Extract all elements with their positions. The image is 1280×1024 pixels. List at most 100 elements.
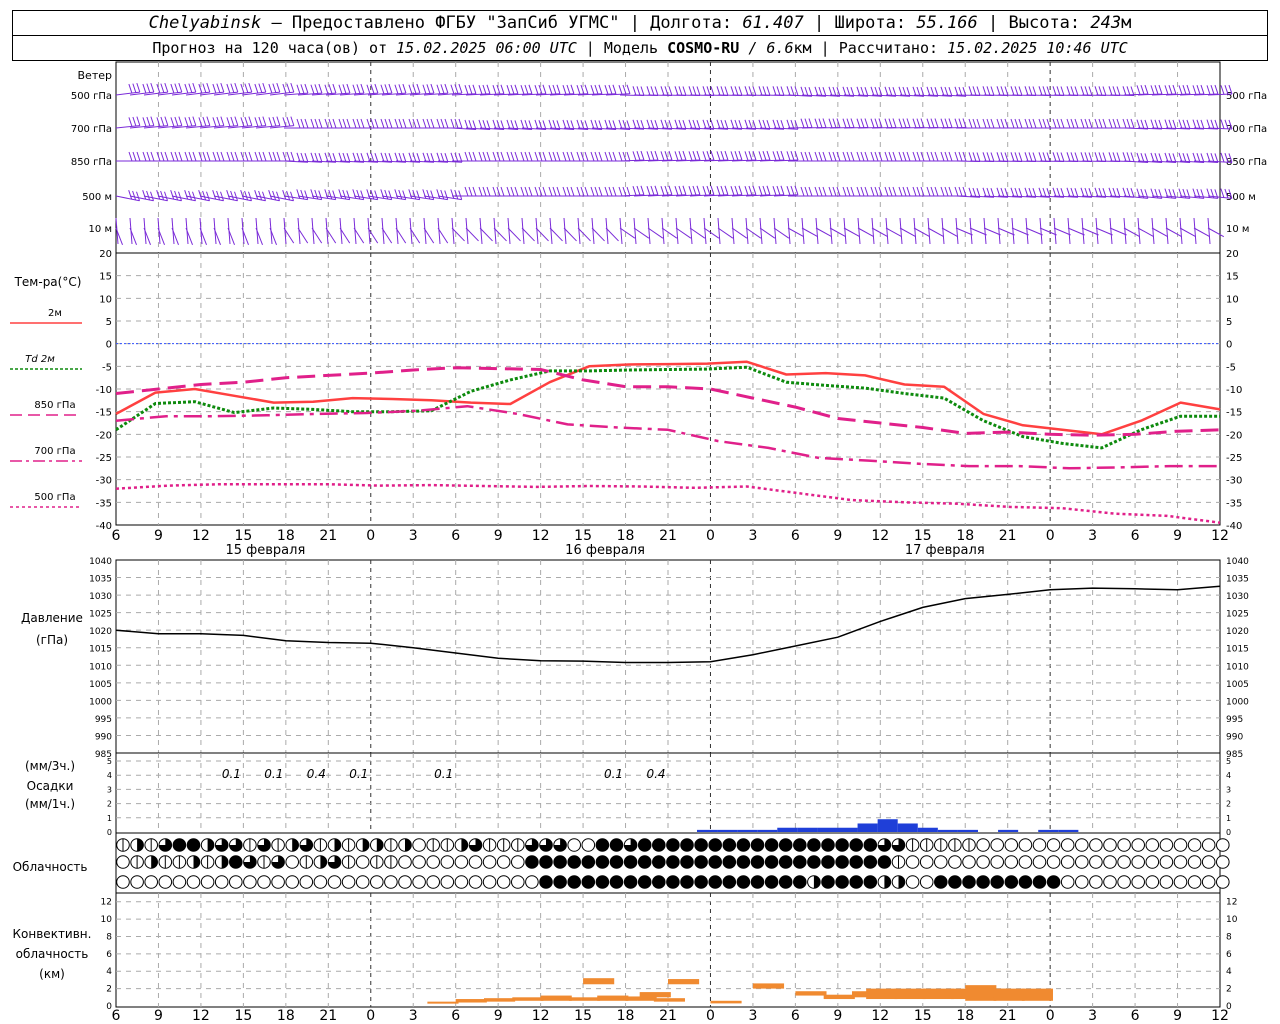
wind-barb-feather: [324, 118, 329, 129]
wind-barb-feather: [388, 190, 393, 200]
wind-barb-feather: [674, 186, 679, 196]
wind-barb-feather: [955, 217, 959, 245]
wind-barb-feather: [1112, 118, 1117, 129]
wind-level-label-left: 850 гПа: [71, 157, 112, 168]
wind-barb-feather: [954, 118, 959, 128]
wind-barb-feather: [150, 82, 155, 93]
wind-barb-feather: [1042, 187, 1047, 198]
cloud-symbol: [355, 855, 370, 869]
wind-barb-feather: [380, 84, 385, 94]
conv-tick-right: 6: [1226, 950, 1232, 960]
wind-barb-feather: [661, 217, 665, 245]
wind-barb-feather: [864, 118, 869, 128]
wind-barb-feather: [780, 185, 785, 195]
wind-barb-feather: [398, 118, 403, 129]
conv-cloud-bar: [1021, 988, 1053, 1001]
wind-barb-feather: [500, 84, 505, 94]
wind-barb-feather: [934, 118, 939, 128]
wind-barb-feather: [426, 189, 431, 200]
wind-barb-feather: [818, 86, 823, 97]
wind-barb-feather: [969, 217, 973, 245]
wind-barb-feather: [164, 82, 169, 93]
cloud-fill-full: [948, 875, 962, 889]
wind-barb-shaft: [1081, 227, 1099, 236]
wind-barb-shaft: [1067, 227, 1085, 236]
wind-barb-feather: [1052, 187, 1057, 197]
wind-barb-feather: [1004, 86, 1009, 96]
wind-barb-feather: [940, 186, 945, 197]
wind-barb-feather: [566, 84, 571, 95]
wind-barb-feather: [128, 190, 133, 200]
wind-barb-feather: [1046, 152, 1051, 162]
wind-barb-feather: [276, 151, 281, 162]
wind-barb-feather: [272, 190, 277, 201]
conv-cloud-bar: [795, 991, 827, 996]
wind-barb-feather: [1200, 84, 1205, 95]
wind-barb-feather: [934, 87, 939, 97]
cloud-symbol: [229, 875, 243, 889]
conv-cloud-bar: [568, 997, 601, 1001]
wind-barb-feather: [800, 118, 805, 128]
wind-barb-feather: [906, 118, 911, 128]
wind-barb-feather: [244, 151, 249, 162]
wind-barb-feather: [436, 189, 441, 199]
wind-barb-feather: [468, 84, 473, 95]
pressure-tick-right: 1015: [1226, 645, 1249, 655]
wind-barb-feather: [892, 151, 897, 162]
wind-barb-shaft: [815, 227, 833, 238]
cloud-symbol: [496, 855, 511, 869]
time-tick-label: 3: [1088, 1008, 1097, 1024]
wind-barb-feather: [552, 84, 557, 95]
wind-barb-feather: [972, 187, 977, 198]
wind-barb-shaft: [857, 227, 875, 238]
wind-barb-feather: [1154, 85, 1159, 95]
cloud-symbol: [1060, 838, 1075, 852]
wind-barb-feather: [254, 117, 259, 127]
wind-barb-feather: [184, 117, 189, 127]
wind-barb-feather: [290, 191, 294, 201]
wind-barb-feather: [1151, 217, 1155, 245]
wind-barb-feather: [902, 151, 907, 162]
wind-barb-feather: [850, 186, 855, 197]
cloud-title: Облачность: [13, 860, 88, 874]
wind-barb-feather: [724, 120, 729, 130]
time-tick-label: 6: [791, 528, 800, 544]
wind-barb-feather: [556, 84, 561, 94]
wind-barb-feather: [1172, 119, 1177, 130]
precip-bar: [797, 827, 818, 832]
wind-barb-feather: [930, 151, 935, 162]
wind-barb-feather: [164, 151, 169, 162]
cloud-symbol: [454, 875, 469, 889]
cloud-symbol: [934, 855, 948, 869]
wind-barb-feather: [856, 86, 861, 96]
wind-barb-feather: [258, 190, 263, 201]
wind-barb-feather: [668, 86, 673, 96]
cloud-symbol: [567, 838, 582, 852]
conv-tick-left: 6: [106, 950, 112, 960]
wind-barb-feather: [272, 151, 277, 162]
wind-barb-feather: [660, 186, 665, 196]
temp-tick-right: -20: [1226, 430, 1242, 441]
wind-barb-feather: [982, 152, 987, 162]
wind-barb-feather: [786, 151, 791, 161]
wind-barb-feather: [954, 186, 959, 197]
wind-barb-feather: [444, 118, 449, 129]
wind-barb-feather: [430, 190, 435, 200]
cloud-symbol: [1159, 838, 1174, 852]
wind-barb-feather: [776, 86, 781, 96]
wind-barb-feather: [1220, 119, 1225, 129]
wind-barb-feather: [258, 83, 263, 93]
wind-barb-feather: [808, 186, 813, 197]
wind-barb-feather: [968, 118, 973, 129]
wind-barb-feather: [332, 190, 337, 200]
wind-barb-feather: [346, 190, 351, 200]
wind-barb-feather: [1066, 86, 1071, 96]
wind-barb-feather: [268, 83, 273, 94]
wind-barb-shaft: [1053, 227, 1071, 236]
wind-barb-feather: [828, 186, 833, 197]
wind-barb-feather: [1014, 118, 1019, 129]
day-label: 16 февраля: [565, 543, 645, 558]
wind-barb-feather: [646, 86, 651, 96]
wind-barb-feather: [864, 186, 869, 197]
wind-barb-feather: [654, 150, 659, 161]
